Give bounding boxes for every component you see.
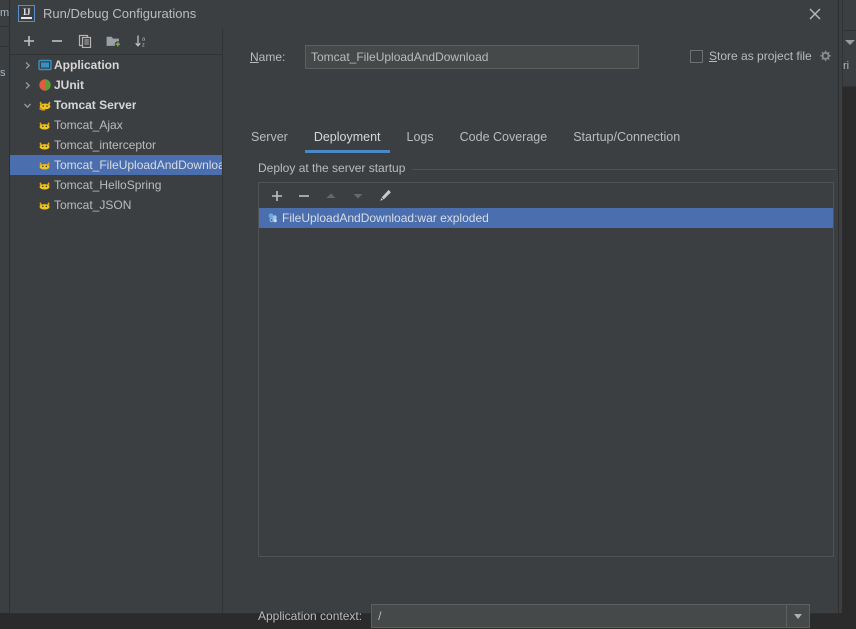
add-artifact-button[interactable] (264, 185, 290, 207)
application-icon (36, 55, 54, 75)
tab-server[interactable]: Server (238, 126, 301, 153)
background-editor-pane (842, 87, 856, 613)
move-up-button[interactable] (318, 185, 344, 207)
configuration-detail-panel: Name: Store as project file Server Deplo… (223, 28, 838, 628)
gear-icon[interactable] (818, 49, 832, 63)
background-divider (0, 26, 10, 27)
deployment-list-frame: FileUploadAndDownload:war exploded (258, 182, 834, 557)
sort-configurations-button[interactable]: a z (128, 30, 154, 52)
tree-item-tomcat-ajax[interactable]: Tomcat_Ajax (10, 115, 222, 135)
name-label: Name: (250, 50, 286, 64)
name-row: Name: Store as project file (250, 45, 835, 71)
add-configuration-button[interactable] (16, 30, 42, 52)
application-context-combobox[interactable]: / (371, 604, 811, 628)
store-as-project-file-checkbox[interactable] (690, 49, 703, 63)
background-text-fragment: ri (843, 60, 850, 72)
tree-item-application[interactable]: Application (10, 55, 222, 75)
configuration-tabs: Server Deployment Logs Code Coverage Sta… (238, 126, 693, 156)
chevron-right-icon[interactable] (18, 55, 36, 75)
name-input[interactable] (305, 45, 639, 69)
store-as-project-file-label[interactable]: Store as project file (709, 49, 812, 63)
tab-deployment[interactable]: Deployment (301, 126, 394, 153)
tree-item-tomcat-hellospring[interactable]: Tomcat_HelloSpring (10, 175, 222, 195)
tomcat-icon (36, 135, 54, 155)
intellij-idea-icon: IJ (18, 5, 35, 22)
tomcat-icon (36, 195, 54, 215)
svg-text:a: a (142, 36, 146, 42)
tree-item-junit[interactable]: JUnit (10, 75, 222, 95)
background-text-fragment: s (0, 67, 6, 79)
tree-item-tomcat-json[interactable]: Tomcat_JSON (10, 195, 222, 215)
chevron-down-icon[interactable] (18, 95, 36, 115)
ide-background-left-strip: m s (0, 0, 10, 613)
tree-item-label: Tomcat Server (54, 98, 137, 112)
tab-logs[interactable]: Logs (394, 126, 447, 153)
copy-configuration-button[interactable] (72, 30, 98, 52)
chevron-right-icon[interactable] (18, 75, 36, 95)
application-context-label: Application context: (258, 609, 363, 623)
tomcat-icon (36, 175, 54, 195)
dialog-title-bar: IJ Run/Debug Configurations (10, 0, 838, 28)
deployment-artifact-list: FileUploadAndDownload:war exploded (259, 208, 833, 556)
ide-background-right-strip: ri (838, 0, 856, 613)
deployment-toolbar (259, 183, 838, 208)
tree-item-label: Tomcat_FileUploadAndDownload (54, 158, 222, 172)
tab-code-coverage[interactable]: Code Coverage (447, 126, 561, 153)
tree-item-label: Tomcat_HelloSpring (54, 178, 162, 192)
background-divider (0, 46, 10, 47)
configurations-tree-panel: a z Application JUnit Tomcat Server Tomc… (10, 28, 222, 613)
deploy-group-title: Deploy at the server startup (258, 161, 413, 175)
chevron-down-icon[interactable] (786, 605, 810, 627)
new-folder-button[interactable] (100, 30, 126, 52)
background-triangle-icon (845, 40, 855, 45)
deployment-artifact-label: FileUploadAndDownload:war exploded (282, 211, 489, 225)
run-debug-configurations-dialog: IJ Run/Debug Configurations a z Applicat… (10, 0, 838, 628)
configurations-toolbar: a z (10, 28, 228, 54)
remove-artifact-button[interactable] (291, 185, 317, 207)
application-context-value[interactable]: / (372, 609, 786, 623)
edit-artifact-button[interactable] (372, 185, 398, 207)
dialog-title: Run/Debug Configurations (43, 6, 197, 21)
background-text-fragment: m (0, 7, 10, 19)
tree-item-tomcat-server[interactable]: Tomcat Server (10, 95, 222, 115)
move-down-button[interactable] (345, 185, 371, 207)
close-icon[interactable] (806, 5, 824, 23)
remove-configuration-button[interactable] (44, 30, 70, 52)
war-artifact-icon (263, 208, 282, 228)
tree-item-label: JUnit (54, 78, 84, 92)
tree-item-label: Tomcat_Ajax (54, 118, 123, 132)
tree-item-tomcat-interceptor[interactable]: Tomcat_interceptor (10, 135, 222, 155)
tomcat-icon (36, 155, 54, 175)
store-as-project-file-row[interactable]: Store as project file (690, 49, 832, 63)
tomcat-icon (36, 95, 54, 115)
tomcat-icon (36, 115, 54, 135)
tab-startup-connection[interactable]: Startup/Connection (560, 126, 693, 153)
background-divider (842, 30, 856, 31)
deployment-artifact-item[interactable]: FileUploadAndDownload:war exploded (259, 208, 833, 228)
application-context-row: Application context: / (258, 603, 836, 629)
tree-item-tomcat-fileuploadanddownload[interactable]: Tomcat_FileUploadAndDownload (10, 155, 222, 175)
svg-text:z: z (142, 42, 145, 48)
tree-item-label: Tomcat_JSON (54, 198, 132, 212)
junit-icon (36, 75, 54, 95)
configurations-tree: Application JUnit Tomcat Server Tomcat_A… (10, 55, 222, 613)
deploy-at-server-startup-group: Deploy at the server startup FileUploadA… (258, 161, 836, 561)
tree-item-label: Tomcat_interceptor (54, 138, 157, 152)
tree-item-label: Application (54, 58, 120, 72)
